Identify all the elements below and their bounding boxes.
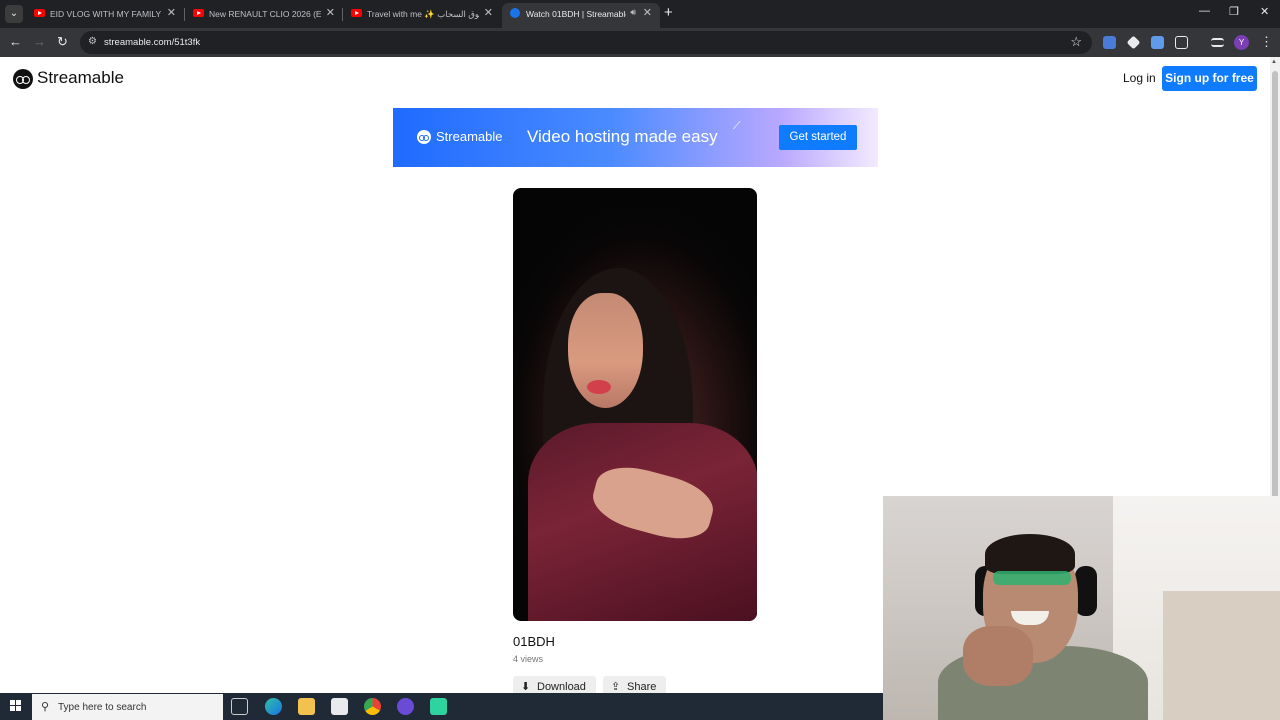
video-title: 01BDH [513,634,555,649]
tab-eid-vlog[interactable]: EID VLOG WITH MY FAMILY I 🥳 ✕ [26,3,184,28]
bookmark-star-icon[interactable]: ☆ [1070,34,1082,50]
taskbar-search[interactable]: ⚲ Type here to search [32,694,223,720]
video-frame-lips [587,380,611,394]
webcam-person-glasses [993,571,1071,585]
signup-button[interactable]: Sign up for free [1162,66,1257,91]
download-label: Download [537,681,586,693]
streamable-icon [510,8,520,18]
tab-title: Travel with me ✨ فوق السحاب [367,9,479,19]
tab-travel-with-me[interactable]: Travel with me ✨ فوق السحاب ✕ [343,3,501,28]
browser-tab-strip: ⌄ EID VLOG WITH MY FAMILY I 🥳 ✕ New RENA… [0,0,1280,28]
address-bar[interactable]: ⚙ streamable.com/51t3fk ☆ [80,31,1092,54]
login-link[interactable]: Log in [1123,71,1156,85]
store-icon[interactable] [331,698,348,715]
download-icon: ⬇ [521,681,531,693]
tab-title: New RENAULT CLIO 2026 (Espr [209,9,321,19]
app-icon[interactable] [430,698,447,715]
extension-image-icon[interactable] [1151,36,1164,49]
edge-icon[interactable] [265,698,282,715]
close-icon[interactable]: ✕ [326,6,335,19]
download-button[interactable]: ⬇ Download [513,676,596,693]
back-button[interactable]: ← [9,34,22,50]
youtube-icon [351,9,362,17]
search-placeholder: Type here to search [58,702,147,713]
share-label: Share [627,681,657,693]
share-button[interactable]: ⇪ Share [603,676,666,693]
close-icon[interactable]: ✕ [643,6,652,19]
tab-renault-clio[interactable]: New RENAULT CLIO 2026 (Espr ✕ [185,3,343,28]
close-window-button[interactable]: ✕ [1260,5,1269,18]
streamable-logo-icon [13,69,33,89]
windows-start-icon[interactable] [10,700,22,712]
browser-menu-icon[interactable]: ⋮ [1260,34,1273,50]
view-count: 4 views [513,654,544,664]
webcam-background-door [1163,591,1280,720]
logo-text: Streamable [37,68,124,87]
webcam-person-hair [985,534,1075,574]
translate-extension-icon[interactable] [1103,36,1116,49]
profile-avatar[interactable]: Y [1234,35,1249,50]
scrollbar-thumb[interactable] [1272,71,1278,501]
windows-taskbar: ⚲ Type here to search [0,693,883,720]
webcam-person-hand [963,626,1033,686]
reading-list-icon[interactable] [1211,38,1224,47]
promo-banner[interactable]: Streamable Video hosting made easy ⟋ Get… [393,108,878,167]
banner-tagline: Video hosting made easy [527,127,718,146]
tab-streamable[interactable]: Watch 01BDH | Streamable 🔊︎ ✕ [502,3,660,28]
extensions-puzzle-icon[interactable] [1175,36,1188,49]
youtube-icon [34,9,45,17]
url-text[interactable]: streamable.com/51t3fk [104,37,200,48]
video-player[interactable] [513,188,757,621]
reload-button[interactable]: ↻ [57,34,68,50]
headphone-icon [1075,566,1097,616]
banner-brand: Streamable [436,129,503,144]
file-explorer-icon[interactable] [298,698,315,715]
browser-toolbar: ← → ↻ ⚙ streamable.com/51t3fk ☆ Y ⋮ [0,28,1280,57]
obs-icon[interactable] [397,698,414,715]
extension-diamond-icon[interactable] [1126,35,1141,50]
new-tab-button[interactable]: + [664,5,673,21]
tab-title: Watch 01BDH | Streamable [526,9,626,19]
tab-title: EID VLOG WITH MY FAMILY I 🥳 [50,9,162,19]
sparkle-icon: ⟋ [733,120,741,132]
youtube-icon [193,9,204,17]
task-view-icon[interactable] [231,698,248,715]
get-started-button[interactable]: Get started [779,125,857,150]
forward-button[interactable]: → [33,34,46,50]
restore-button[interactable]: ❐ [1229,5,1239,18]
close-icon[interactable]: ✕ [484,6,493,19]
webcam-overlay [883,496,1280,720]
search-icon: ⚲ [41,701,50,713]
tab-search-button[interactable]: ⌄ [5,5,23,23]
scroll-up-arrow-icon[interactable]: ▲ [1271,59,1277,65]
speaker-icon[interactable]: 🔊︎ [630,7,636,18]
close-icon[interactable]: ✕ [167,6,176,19]
site-info-icon[interactable]: ⚙ [88,36,97,47]
streamable-logo-icon [417,130,431,144]
minimize-button[interactable]: — [1199,5,1210,17]
share-icon: ⇪ [611,681,621,693]
chrome-icon[interactable] [364,698,381,715]
